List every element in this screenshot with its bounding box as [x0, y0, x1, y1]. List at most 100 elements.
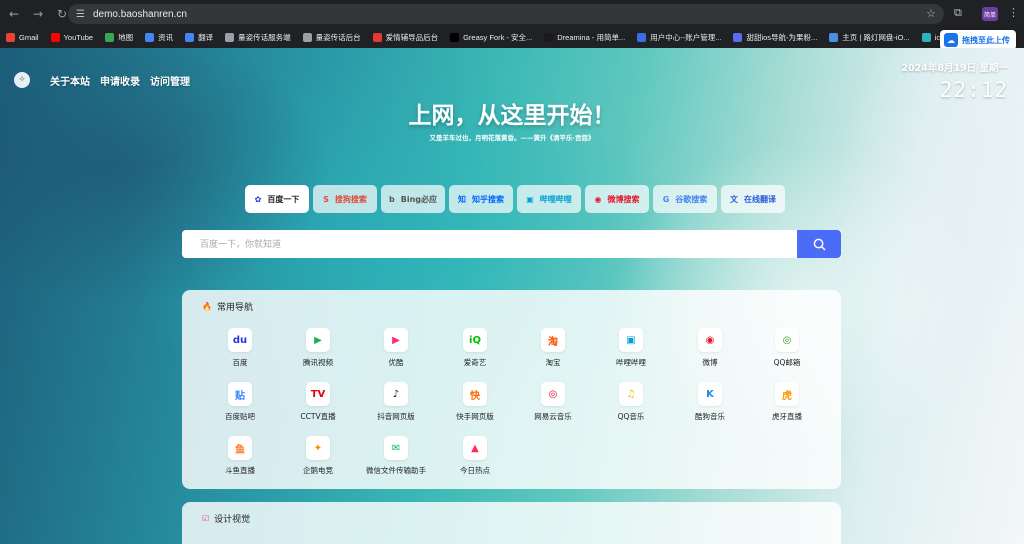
search-engine-tab[interactable]: 知知乎搜索: [449, 185, 513, 213]
bookmark-item[interactable]: 主页 | 路灯网盘-iO...: [829, 32, 910, 43]
nav-site-item[interactable]: ▶ 优酷: [357, 328, 435, 368]
nav-apply[interactable]: 申请收录: [100, 73, 140, 88]
bookmark-star-icon[interactable]: ☆: [926, 7, 936, 20]
bookmark-item[interactable]: 用户中心--账户管理...: [637, 32, 721, 43]
site-label: QQ音乐: [617, 412, 645, 421]
site-label: QQ邮箱: [773, 358, 801, 367]
nav-site-item[interactable]: ◎ 网易云音乐: [514, 382, 592, 422]
site-logo-icon: 淘: [541, 328, 565, 352]
profile-avatar[interactable]: 简单: [982, 7, 998, 21]
search-engine-tab[interactable]: G 谷歌搜索: [653, 185, 717, 213]
site-label: 百度贴吧: [225, 412, 255, 421]
nav-site-item[interactable]: ▣ 哔哩哔哩: [592, 328, 670, 368]
nav-site-item[interactable]: ♪ 抖音网页版: [357, 382, 435, 422]
bookmark-label: 地图: [118, 33, 134, 42]
compass-logo-icon[interactable]: ✧: [14, 72, 30, 88]
nav-site-item[interactable]: ♫ QQ音乐: [592, 382, 670, 422]
site-logo-icon: TV: [306, 382, 330, 406]
site-logo-icon: ✦: [306, 436, 330, 460]
site-label: 优酷: [388, 358, 404, 367]
nav-about[interactable]: 关于本站: [50, 73, 90, 88]
engine-logo-icon: 文: [730, 194, 738, 204]
bookmark-favicon-icon: [50, 33, 60, 42]
forward-icon[interactable]: →: [28, 4, 48, 24]
nav-site-item[interactable]: 鱼斗鱼直播: [201, 436, 279, 476]
engine-label: 百度一下: [267, 194, 300, 204]
nav-site-item[interactable]: ✉ 微信文件传输助手: [357, 436, 435, 476]
cloud-upload-icon: ☁: [944, 33, 958, 47]
site-logo-icon: 虎: [775, 382, 799, 406]
site-info-icon[interactable]: ☰: [76, 9, 85, 20]
nav-site-item[interactable]: TV CCTV直播: [279, 382, 357, 422]
panel-title: ☑ 设计视觉: [202, 512, 250, 525]
search-engine-tab[interactable]: ◉ 微博搜索: [585, 185, 649, 213]
bookmark-item[interactable]: 地图: [105, 32, 133, 43]
search-button[interactable]: [797, 230, 841, 258]
nav-site-item[interactable]: ▶ 腾讯视频: [279, 328, 357, 368]
site-logo-icon: K: [698, 382, 722, 406]
address-bar[interactable]: ☰ demo.baoshanren.cn ☆: [68, 4, 944, 24]
site-label: 淘宝: [545, 358, 561, 367]
nav-site-item[interactable]: ◉ 微博: [671, 328, 749, 368]
search-engine-tab[interactable]: ▣ 哔哩哔哩: [517, 185, 581, 213]
bookmark-label: 翻译: [198, 33, 214, 42]
site-logo-icon: 贴: [228, 382, 252, 406]
nav-manage[interactable]: 访问管理: [150, 73, 190, 88]
bookmark-item[interactable]: YouTube: [50, 33, 93, 42]
bookmark-favicon-icon: [302, 33, 312, 42]
bookmark-item[interactable]: 量姿传话后台: [302, 32, 361, 43]
page-background: ✧ 关于本站 申请收录 访问管理 2024年8月19日 星期一 22:12 上网…: [0, 48, 1024, 544]
design-title: 设计视觉: [214, 515, 251, 525]
site-label: 微信文件传输助手: [366, 466, 426, 475]
nav-site-item[interactable]: 贴百度贴吧: [201, 382, 279, 422]
top-nav: ✧ 关于本站 申请收录 访问管理: [14, 72, 200, 88]
site-logo-icon: iQ: [463, 328, 487, 352]
bookmark-item[interactable]: Greasy Fork - 安全...: [450, 32, 532, 43]
search-engine-tab[interactable]: ✿ 百度一下: [245, 185, 309, 213]
bookmark-item[interactable]: 资讯: [145, 32, 173, 43]
site-logo-icon: ◎: [775, 328, 799, 352]
site-logo-icon: ✉: [384, 436, 408, 460]
bookmark-label: Gmail: [19, 33, 39, 42]
bookmark-favicon-icon: [637, 33, 647, 42]
site-logo-icon: ▶: [306, 328, 330, 352]
bookmark-item[interactable]: 甜甜ios导航-为果粉...: [733, 32, 817, 43]
bookmark-item[interactable]: Gmail: [6, 33, 39, 42]
browser-menu-icon[interactable]: ⋮: [1008, 6, 1019, 19]
search-engine-tab[interactable]: b Bing必应: [381, 185, 445, 213]
search-input[interactable]: [182, 230, 792, 258]
bookmark-item[interactable]: 翻译: [185, 32, 213, 43]
bookmark-item[interactable]: 量姿传话服务端: [225, 32, 291, 43]
site-label: 哔哩哔哩: [616, 358, 646, 367]
fire-icon: 🔥: [202, 302, 212, 311]
search-engine-tab[interactable]: 文在线翻译: [721, 185, 785, 213]
nav-site-item[interactable]: ✦ 企鹅电竞: [279, 436, 357, 476]
nav-site-item[interactable]: iQ 爱奇艺: [436, 328, 514, 368]
search-engine-tab[interactable]: S 搜狗搜索: [313, 185, 377, 213]
design-icon: ☑: [202, 514, 210, 523]
nav-site-item[interactable]: 虎虎牙直播: [748, 382, 826, 422]
engine-logo-icon: ✿: [254, 194, 262, 204]
bookmark-item[interactable]: 爱情辅导品后台: [372, 32, 439, 43]
bookmark-label: 爱情辅导品后台: [385, 33, 439, 42]
nav-site-item[interactable]: K 酷狗音乐: [671, 382, 749, 422]
bookmark-favicon-icon: [6, 33, 15, 42]
nav-site-item[interactable]: ▲ 今日热点: [436, 436, 514, 476]
nav-site-item[interactable]: ◎ QQ邮箱: [748, 328, 826, 368]
common-nav-title: 常用导航: [216, 303, 253, 313]
bookmark-label: 甜甜ios导航-为果粉...: [746, 33, 818, 42]
bookmark-label: 用户中心--账户管理...: [650, 33, 722, 42]
site-label: 虎牙直播: [772, 412, 802, 421]
engine-label: 谷歌搜索: [675, 194, 708, 204]
extensions-icon[interactable]: ⧉: [954, 6, 962, 20]
back-icon[interactable]: ←: [4, 4, 24, 24]
nav-site-item[interactable]: 淘淘宝: [514, 328, 592, 368]
browser-chrome: ← → ↻ ☰ demo.baoshanren.cn ☆ ⧉ 简单 ⋮ Gmai…: [0, 0, 1024, 48]
bookmark-item[interactable]: Dreamina - 用简单...: [544, 32, 625, 43]
nav-site-item[interactable]: du 百度: [201, 328, 279, 368]
site-logo-icon: ▣: [619, 328, 643, 352]
upload-button[interactable]: ☁ 拖拽至此上传: [940, 30, 1016, 50]
bookmark-favicon-icon: [145, 33, 155, 42]
nav-site-item[interactable]: 快快手网页版: [436, 382, 514, 422]
engine-logo-icon: b: [389, 194, 395, 204]
